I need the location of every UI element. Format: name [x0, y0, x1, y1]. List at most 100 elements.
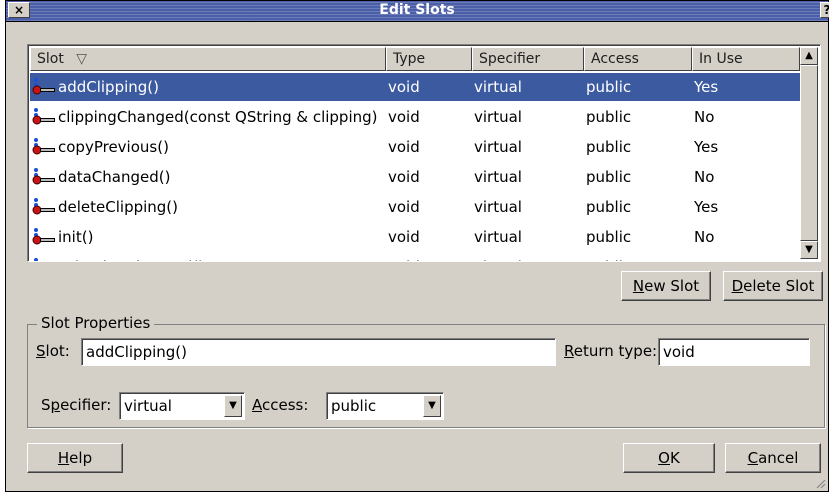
help-label: elp: [69, 449, 93, 467]
cell-slot: deleteClipping(): [58, 198, 179, 216]
slot-label-text: lot:: [45, 342, 70, 360]
new-slot-button[interactable]: New Slot: [621, 271, 711, 301]
chevron-down-icon[interactable]: ▼: [224, 395, 242, 417]
new-slot-label: ew Slot: [644, 277, 700, 295]
cell-access: public: [586, 168, 632, 186]
cell-in-use: No: [694, 228, 715, 246]
specifier-label-mnemonic: p: [50, 396, 61, 414]
new-slot-mnemonic: N: [632, 277, 645, 295]
access-label: Access:: [252, 396, 308, 414]
title-bar[interactable]: × Edit Slots ?: [6, 1, 829, 22]
resize-grip-icon[interactable]: [814, 477, 826, 489]
slot-field-label: Slot:: [36, 342, 70, 360]
cell-in-use: Yes: [694, 138, 719, 156]
help-mnemonic: H: [57, 449, 70, 467]
column-header-in-use[interactable]: In Use: [692, 47, 800, 71]
help-button[interactable]: Help: [27, 443, 123, 473]
cell-type: void: [388, 198, 420, 216]
table-row[interactable]: copyPrevious() void virtual public Yes: [30, 133, 800, 161]
slot-properties-label: Slot Properties: [37, 314, 155, 332]
return-type-label: Return type:: [564, 342, 657, 360]
cell-access: public: [586, 253, 694, 261]
cell-type: void: [388, 168, 420, 186]
help-icon[interactable]: ?: [820, 2, 829, 18]
cell-type: void: [388, 78, 420, 96]
cancel-label: ancel: [758, 449, 799, 467]
cancel-button[interactable]: Cancel: [725, 443, 821, 473]
slot-connector-icon: [32, 77, 56, 97]
cell-in-use: Yes: [694, 198, 719, 216]
access-select[interactable]: public ▼: [326, 392, 444, 420]
cell-in-use: No: [694, 168, 715, 186]
cell-type: void: [388, 108, 420, 126]
cell-slot: dataChanged(): [58, 168, 171, 186]
cell-type: void: [388, 253, 474, 261]
cell-access: public: [586, 138, 632, 156]
table-row[interactable]: addClipping() void virtual public Yes: [30, 73, 800, 101]
specifier-label-text: ecifier:: [60, 396, 112, 414]
cell-slot: addClipping(): [58, 78, 159, 96]
slot-list[interactable]: Slot ▽ Type Specifier Access In Use addC…: [27, 44, 821, 262]
cell-specifier: virtual: [474, 138, 522, 156]
scroll-down-icon[interactable]: ▼: [800, 241, 818, 259]
cell-access: public: [586, 228, 632, 246]
slot-connector-icon: [32, 107, 56, 127]
return-type-label-text: eturn type:: [573, 342, 658, 360]
cell-specifier: virtual: [474, 78, 522, 96]
cell-slot: init(): [58, 228, 94, 246]
cell-specifier: virtual: [474, 108, 522, 126]
slot-connector-icon: [32, 167, 56, 187]
cell-type: void: [388, 138, 420, 156]
sort-indicator-icon: ▽: [76, 51, 88, 67]
table-row[interactable]: selectionChanged()voidvirtualpublicNo: [30, 253, 800, 261]
ok-label: K: [669, 449, 680, 467]
specifier-value: virtual: [124, 397, 172, 415]
ok-button[interactable]: OK: [623, 443, 715, 473]
cell-in-use: Yes: [694, 78, 719, 96]
cell-access: public: [586, 78, 632, 96]
cell-access: public: [586, 108, 632, 126]
delete-slot-button[interactable]: Delete Slot: [723, 271, 823, 301]
delete-slot-label: elete Slot: [743, 277, 815, 295]
column-header-type[interactable]: Type: [386, 47, 472, 71]
slot-name-field[interactable]: addClipping(): [81, 338, 556, 366]
cell-specifier: virtual: [474, 228, 522, 246]
ok-mnemonic: O: [658, 449, 670, 467]
column-header-slot[interactable]: Slot ▽: [30, 47, 386, 71]
chevron-down-icon[interactable]: ▼: [423, 395, 441, 417]
column-header-label: Slot: [37, 51, 64, 67]
table-row[interactable]: clippingChanged(const QString & clipping…: [30, 103, 800, 131]
slot-connector-icon: [32, 197, 56, 217]
specifier-label-pre: S: [41, 396, 51, 414]
cell-access: public: [586, 198, 632, 216]
return-type-field[interactable]: void: [658, 338, 810, 366]
edit-slots-dialog: × Edit Slots ? Slot ▽ Type Specifier Acc…: [5, 0, 829, 492]
cell-slot: clippingChanged(const QString & clipping…: [58, 108, 378, 126]
slot-connector-icon: [32, 137, 56, 157]
cell-type: void: [388, 228, 420, 246]
cell-in-use: No: [694, 108, 715, 126]
scrollbar-thumb[interactable]: [800, 65, 818, 241]
slot-connector-icon: [32, 227, 56, 247]
column-header-specifier[interactable]: Specifier: [472, 47, 584, 71]
table-row[interactable]: init() void virtual public No: [30, 223, 800, 251]
delete-slot-mnemonic: D: [731, 277, 744, 295]
table-row[interactable]: dataChanged() void virtual public No: [30, 163, 800, 191]
vertical-scrollbar[interactable]: ▲ ▼: [800, 47, 818, 259]
cell-specifier: virtual: [474, 253, 586, 261]
column-header-access[interactable]: Access: [584, 47, 692, 71]
cell-slot: selectionChanged(): [58, 253, 388, 261]
access-value: public: [331, 397, 377, 415]
cell-specifier: virtual: [474, 168, 522, 186]
cell-specifier: virtual: [474, 198, 522, 216]
dialog-title: Edit Slots: [379, 2, 455, 18]
access-label-mnemonic: A: [252, 396, 262, 414]
cancel-mnemonic: C: [747, 449, 759, 467]
access-label-text: ccess:: [262, 396, 309, 414]
specifier-select[interactable]: virtual ▼: [119, 392, 245, 420]
slot-label-mnemonic: S: [36, 342, 46, 360]
table-row[interactable]: deleteClipping() void virtual public Yes: [30, 193, 800, 221]
return-type-mnemonic: R: [564, 342, 574, 360]
scroll-up-icon[interactable]: ▲: [800, 47, 818, 65]
cell-slot: copyPrevious(): [58, 138, 169, 156]
